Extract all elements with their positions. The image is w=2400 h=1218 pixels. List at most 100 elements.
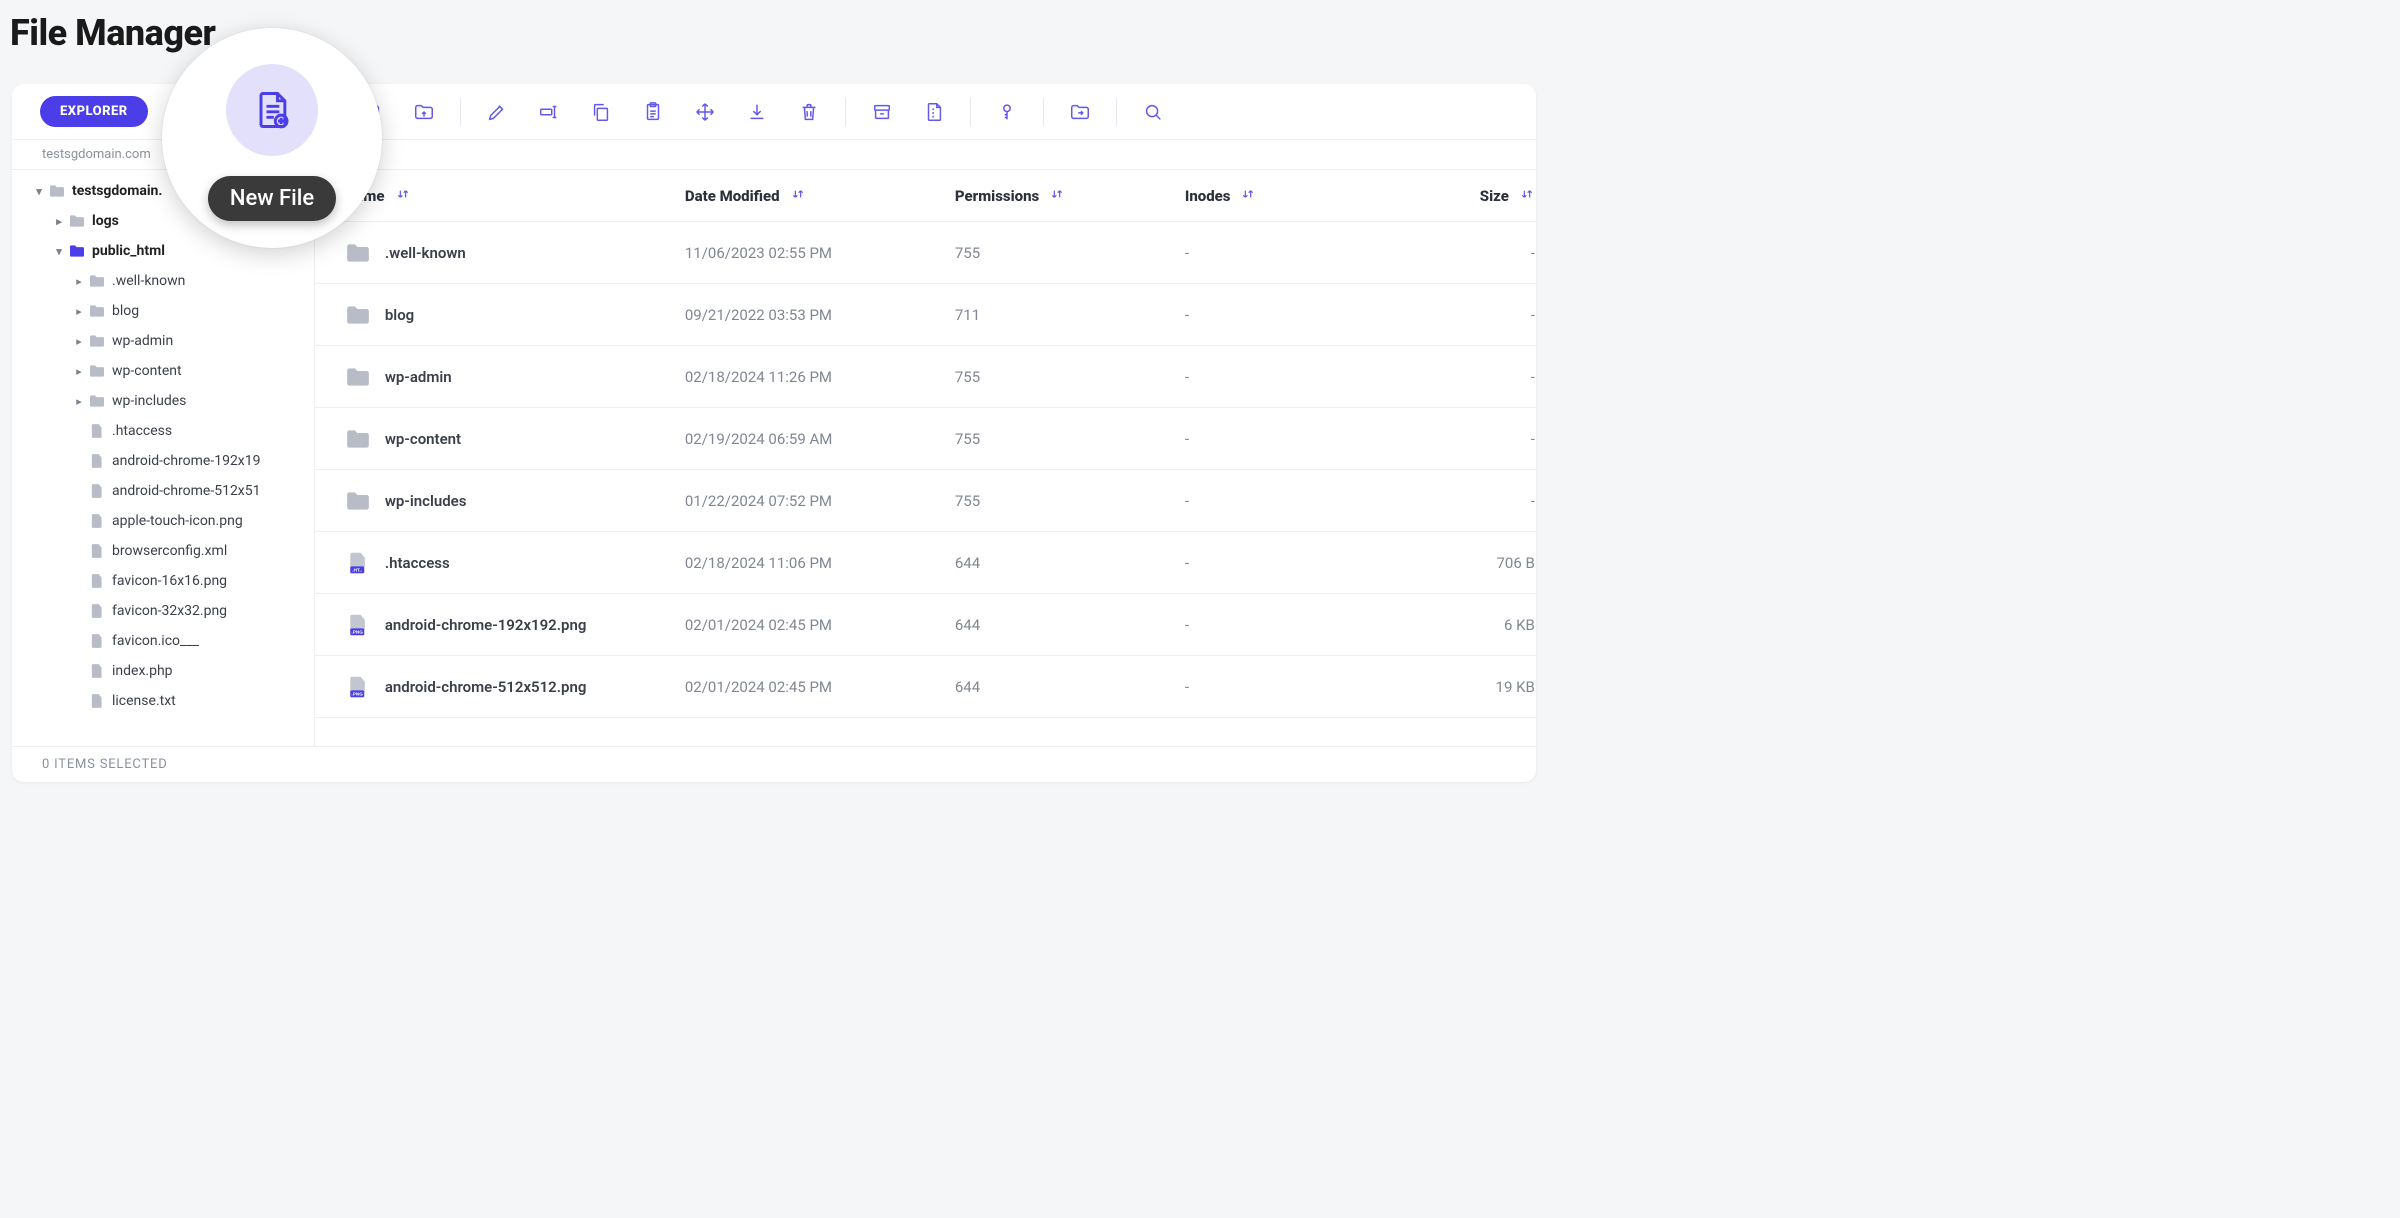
open-location-button[interactable] bbox=[1058, 94, 1102, 130]
move-button[interactable] bbox=[683, 94, 727, 130]
row-size: 6 KB bbox=[1504, 616, 1535, 634]
tree-item[interactable]: ▸ blog bbox=[12, 296, 314, 326]
chevron-right-icon[interactable]: ▸ bbox=[72, 395, 86, 408]
row-date: 01/22/2024 07:52 PM bbox=[685, 492, 955, 510]
tree-item[interactable]: android-chrome-192x19 bbox=[12, 446, 314, 476]
tree-item[interactable]: .htaccess bbox=[12, 416, 314, 446]
chevron-down-icon[interactable]: ▾ bbox=[52, 245, 66, 258]
tree-item[interactable]: ▸ wp-content bbox=[12, 356, 314, 386]
col-size[interactable]: Size bbox=[1385, 186, 1535, 206]
open-location-icon bbox=[1069, 101, 1091, 123]
rename-icon bbox=[538, 101, 560, 123]
chevron-right-icon[interactable]: ▸ bbox=[72, 365, 86, 378]
tree-item[interactable]: apple-touch-icon.png bbox=[12, 506, 314, 536]
col-inodes[interactable]: Inodes bbox=[1185, 186, 1385, 206]
col-permissions[interactable]: Permissions bbox=[955, 186, 1185, 206]
file-icon bbox=[88, 664, 106, 678]
row-name: .htaccess bbox=[385, 554, 450, 572]
edit-icon bbox=[486, 101, 508, 123]
row-perm: 644 bbox=[955, 678, 1185, 696]
download-button[interactable] bbox=[735, 94, 779, 130]
tree-label: index.php bbox=[112, 663, 173, 679]
table-row[interactable]: .HT...htaccess02/18/2024 11:06 PM644-706… bbox=[315, 532, 1536, 594]
toolbar bbox=[246, 94, 1175, 130]
row-size: - bbox=[1531, 492, 1535, 510]
tree-item[interactable]: favicon-16x16.png bbox=[12, 566, 314, 596]
row-inodes: - bbox=[1185, 492, 1385, 510]
table-row[interactable]: blog09/21/2022 03:53 PM711-- bbox=[315, 284, 1536, 346]
move-icon bbox=[694, 101, 716, 123]
row-name: android-chrome-192x192.png bbox=[385, 616, 587, 634]
delete-button[interactable] bbox=[787, 94, 831, 130]
upload-folder-button[interactable] bbox=[402, 94, 446, 130]
col-name[interactable]: Name bbox=[345, 186, 685, 206]
separator bbox=[1116, 98, 1117, 126]
tree-item[interactable]: android-chrome-512x51 bbox=[12, 476, 314, 506]
png-file-icon: .PNG bbox=[345, 614, 371, 636]
tree-label: blog bbox=[112, 303, 139, 319]
table-row[interactable]: wp-includes01/22/2024 07:52 PM755-- bbox=[315, 470, 1536, 532]
row-inodes: - bbox=[1185, 430, 1385, 448]
table-row[interactable]: .well-known11/06/2023 02:55 PM755-- bbox=[315, 222, 1536, 284]
tree-label: android-chrome-512x51 bbox=[112, 483, 261, 499]
folder-icon bbox=[88, 394, 106, 408]
tree-item[interactable]: favicon-32x32.png bbox=[12, 596, 314, 626]
tree-label: public_html bbox=[92, 243, 165, 259]
svg-text:.PNG: .PNG bbox=[351, 629, 363, 634]
chevron-right-icon[interactable]: ▸ bbox=[72, 275, 86, 288]
archive-button[interactable] bbox=[860, 94, 904, 130]
chevron-right-icon[interactable]: ▸ bbox=[72, 335, 86, 348]
svg-text:.PNG: .PNG bbox=[351, 691, 363, 696]
tree-label: license.txt bbox=[112, 693, 176, 709]
separator bbox=[1043, 98, 1044, 126]
permissions-button[interactable] bbox=[985, 94, 1029, 130]
table-row[interactable]: .PNGandroid-chrome-192x192.png02/01/2024… bbox=[315, 594, 1536, 656]
tab-explorer[interactable]: EXPLORER bbox=[40, 96, 148, 127]
tree-label: favicon-16x16.png bbox=[112, 573, 227, 589]
copy-button[interactable] bbox=[579, 94, 623, 130]
row-perm: 755 bbox=[955, 492, 1185, 510]
row-name: blog bbox=[385, 306, 414, 324]
folder-icon bbox=[345, 366, 371, 388]
tree-item[interactable]: ▸.well-known bbox=[12, 266, 314, 296]
body-row: ▾testsgdomain.▸logs▾public_html▸.well-kn… bbox=[12, 170, 1536, 746]
chevron-right-icon[interactable]: ▸ bbox=[72, 305, 86, 318]
new-file-highlight[interactable] bbox=[226, 64, 318, 156]
table-row[interactable]: wp-content02/19/2024 06:59 AM755-- bbox=[315, 408, 1536, 470]
file-icon bbox=[88, 544, 106, 558]
tree-item[interactable]: license.txt bbox=[12, 686, 314, 716]
row-perm: 711 bbox=[955, 306, 1185, 324]
sort-icon bbox=[1049, 186, 1065, 206]
tree-item[interactable]: favicon.ico___ bbox=[12, 626, 314, 656]
delete-icon bbox=[798, 101, 820, 123]
tree-item[interactable]: ▸wp-includes bbox=[12, 386, 314, 416]
tree-label: testsgdomain. bbox=[72, 183, 162, 199]
col-date[interactable]: Date Modified bbox=[685, 186, 955, 206]
row-inodes: - bbox=[1185, 554, 1385, 572]
row-inodes: - bbox=[1185, 244, 1385, 262]
tree-item[interactable]: index.php bbox=[12, 656, 314, 686]
chevron-down-icon[interactable]: ▾ bbox=[32, 185, 46, 198]
extract-button[interactable] bbox=[912, 94, 956, 130]
rename-button[interactable] bbox=[527, 94, 571, 130]
separator bbox=[970, 98, 971, 126]
folder-icon bbox=[88, 304, 106, 318]
col-date-label: Date Modified bbox=[685, 187, 780, 205]
search-button[interactable] bbox=[1131, 94, 1175, 130]
table-row[interactable]: .PNGandroid-chrome-512x512.png02/01/2024… bbox=[315, 656, 1536, 718]
tree-item[interactable]: ▸wp-admin bbox=[12, 326, 314, 356]
archive-icon bbox=[871, 101, 893, 123]
paste-button[interactable] bbox=[631, 94, 675, 130]
sidebar-tree[interactable]: ▾testsgdomain.▸logs▾public_html▸.well-kn… bbox=[12, 170, 315, 746]
edit-button[interactable] bbox=[475, 94, 519, 130]
tree-label: browserconfig.xml bbox=[112, 543, 227, 559]
file-icon bbox=[88, 514, 106, 528]
file-icon bbox=[88, 424, 106, 438]
png-file-icon: .PNG bbox=[345, 676, 371, 698]
row-date: 02/01/2024 02:45 PM bbox=[685, 678, 955, 696]
row-perm: 755 bbox=[955, 244, 1185, 262]
table-row[interactable]: wp-admin02/18/2024 11:26 PM755-- bbox=[315, 346, 1536, 408]
tree-item[interactable]: browserconfig.xml bbox=[12, 536, 314, 566]
tree-label: wp-content bbox=[112, 363, 182, 379]
chevron-right-icon[interactable]: ▸ bbox=[52, 215, 66, 228]
